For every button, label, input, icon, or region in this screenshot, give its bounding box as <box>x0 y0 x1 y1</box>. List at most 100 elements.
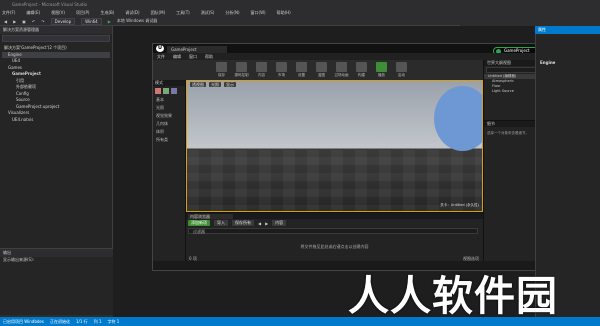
add-new-button[interactable]: 添加新项 <box>188 220 210 226</box>
solution-explorer-title: 解决方案资源管理器 <box>0 26 112 34</box>
output-panel: 输出 显示输出来源(S): <box>0 248 113 315</box>
forward-icon[interactable]: ▶ <box>13 19 16 24</box>
menu-window[interactable]: 窗口(W) <box>251 9 266 17</box>
content-icon <box>256 62 267 72</box>
undo-icon[interactable]: ↶ <box>32 19 35 24</box>
menu-file[interactable]: 文件(F) <box>2 9 15 17</box>
properties-item: Engine <box>540 60 556 65</box>
platform-select[interactable]: Win64 <box>81 17 102 25</box>
menu-debug[interactable]: 调试(D) <box>125 9 139 17</box>
save-all-button[interactable]: 保存所有 <box>232 220 254 226</box>
build-icon <box>356 62 367 72</box>
save-icon <box>216 62 227 72</box>
tb-marketplace[interactable]: 市场 <box>273 62 290 78</box>
viewport-toolbar: 透视图 光照 显示 <box>187 81 482 88</box>
start-debug-icon[interactable]: ▶ <box>108 19 111 24</box>
menu-team[interactable]: 团队(M) <box>151 9 166 17</box>
status-message: 已启用项目 Windbdes <box>3 319 44 324</box>
menu-help[interactable]: 帮助(H) <box>277 9 291 17</box>
status-line: 1/1 行 <box>75 319 88 324</box>
place-mode-icon[interactable] <box>155 88 161 94</box>
cinematics-icon <box>336 62 347 72</box>
ue-menu-window[interactable]: 窗口 <box>189 53 197 60</box>
perspective-button[interactable]: 透视图 <box>190 82 206 87</box>
modes-all-classes[interactable]: 所有类 <box>156 136 185 144</box>
menu-analyze[interactable]: 分析(N) <box>225 9 239 17</box>
cb-footer: 0 项 视图选项 <box>186 255 483 262</box>
tb-cinematics[interactable]: 过场动画 <box>333 62 350 78</box>
content-browser: 内容浏览器 添加新项 导入 保存所有 ◀ ▶ 内容 过滤器 将文件拖至此处或右键… <box>186 212 483 261</box>
tb-content[interactable]: 内容 <box>253 62 270 78</box>
content-path-button[interactable]: 内容 <box>272 220 287 226</box>
ue-toolbar: 保存 源码控制 内容 市场 设置 蓝图 过场动画 构建 播放 启动 <box>153 60 483 80</box>
ue-editor-window: U GameProject GameProject 文件 编辑 窗口 帮助 保存… <box>152 43 558 271</box>
blueprint-icon <box>316 62 327 72</box>
lit-button[interactable]: 光照 <box>209 82 221 87</box>
window-title: GameProject - Microsoft Visual Studio <box>0 0 600 9</box>
source-control-icon <box>236 62 247 72</box>
view-options-button[interactable]: 视图选项 <box>463 255 479 262</box>
tree-natvis[interactable]: UE4.natvis <box>2 117 110 124</box>
debugger-select[interactable]: 本地 Windows 调试器 <box>117 18 157 24</box>
menu-edit[interactable]: 编辑(E) <box>26 9 40 17</box>
ue-menu-file[interactable]: 文件 <box>157 53 165 60</box>
modes-visual-effects[interactable]: 视觉效果 <box>156 112 185 120</box>
tb-save[interactable]: 保存 <box>213 62 230 78</box>
cb-forward-icon[interactable]: ▶ <box>265 221 268 226</box>
modes-volumes[interactable]: 体积 <box>156 128 185 136</box>
tb-blueprints[interactable]: 蓝图 <box>313 62 330 78</box>
vs-menubar: 文件(F) 编辑(E) 视图(V) 项目(P) 生成(B) 调试(D) 团队(M… <box>0 9 600 17</box>
show-button[interactable]: 显示 <box>224 82 236 87</box>
menu-test[interactable]: 测试(S) <box>201 9 215 17</box>
landscape-mode-icon[interactable] <box>171 88 177 94</box>
import-button[interactable]: 导入 <box>214 220 228 226</box>
cb-back-icon[interactable]: ◀ <box>258 221 261 226</box>
menu-project[interactable]: 项目(P) <box>76 9 90 17</box>
ue-menu-help[interactable]: 帮助 <box>205 53 213 60</box>
tb-settings[interactable]: 设置 <box>293 62 310 78</box>
ue-menu-edit[interactable]: 编辑 <box>173 53 181 60</box>
ue-menubar: 文件 编辑 窗口 帮助 <box>153 53 558 60</box>
ue-titlebar: U GameProject GameProject <box>153 44 558 55</box>
tb-build[interactable]: 构建 <box>353 62 370 78</box>
vs-toolbar: ◀ ▶ ▣ ↶ ↷ Develop Win64 ▶ 本地 Windows 调试器 <box>0 17 460 26</box>
watermark-text: 人人软件园 <box>348 272 558 320</box>
tb-launch[interactable]: 启动 <box>393 62 410 78</box>
config-select[interactable]: Develop <box>50 17 76 25</box>
cb-toolbar: 添加新项 导入 保存所有 ◀ ▶ 内容 <box>186 219 483 227</box>
paint-mode-icon[interactable] <box>163 88 169 94</box>
redo-icon[interactable]: ↷ <box>41 19 44 24</box>
menu-tools[interactable]: 工具(T) <box>176 9 190 17</box>
modes-panel: 模式 基本 光照 视觉效果 几何体 体积 所有类 <box>153 80 186 261</box>
cb-item-count: 0 项 <box>189 256 197 261</box>
launch-icon <box>396 62 407 72</box>
save-icon[interactable]: ▣ <box>22 19 26 24</box>
back-icon[interactable]: ◀ <box>4 19 7 24</box>
properties-title: 属性 <box>535 26 600 34</box>
solution-explorer: 解决方案资源管理器 解决方案'GameProject'(2 个项目) Engin… <box>0 26 113 248</box>
status-init: 正在初始化 <box>49 319 70 324</box>
settings-icon <box>296 62 307 72</box>
play-icon <box>376 62 387 72</box>
cb-filter-input[interactable]: 过滤器 <box>188 228 478 234</box>
cb-empty-hint: 将文件拖至此处或右键点击以创建内容 <box>300 244 369 249</box>
solution-search-input[interactable] <box>2 35 110 42</box>
menu-build[interactable]: 生成(B) <box>100 9 114 17</box>
level-viewport[interactable]: 透视图 光照 显示 关卡：Untitled (永久性) <box>186 80 483 212</box>
status-col: 列 1 <box>93 319 102 324</box>
menu-view[interactable]: 视图(V) <box>51 9 65 17</box>
ue-logo-icon: U <box>156 45 164 52</box>
status-char: 字符 1 <box>107 319 120 324</box>
tb-play[interactable]: 播放 <box>373 62 390 78</box>
modes-basic[interactable]: 基本 <box>156 96 185 104</box>
marketplace-icon <box>276 62 287 72</box>
output-source-label: 显示输出来源(S): <box>3 257 35 262</box>
floor-grid <box>187 150 482 211</box>
tb-source-control[interactable]: 源码控制 <box>233 62 250 78</box>
ue-level-tab[interactable]: GameProject <box>167 46 227 53</box>
output-title: 输出 <box>0 249 113 257</box>
level-label: 关卡：Untitled (永久性) <box>440 203 479 207</box>
modes-geometry[interactable]: 几何体 <box>156 120 185 128</box>
modes-lights[interactable]: 光照 <box>156 104 185 112</box>
sky-sphere[interactable] <box>434 86 482 151</box>
